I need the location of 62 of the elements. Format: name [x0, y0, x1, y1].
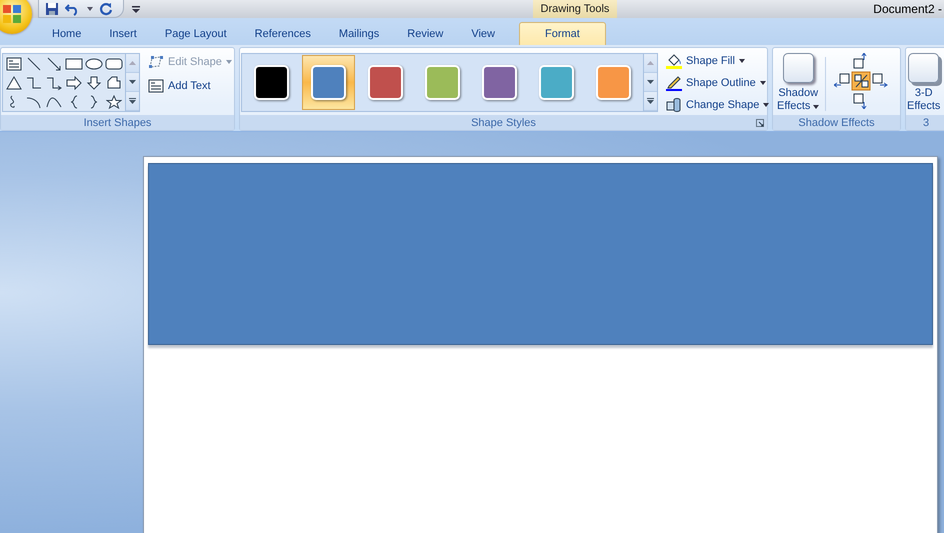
expand-icon — [129, 98, 136, 104]
rounded-rectangle-icon[interactable] — [105, 56, 123, 70]
dialog-launcher-icon[interactable] — [756, 119, 764, 127]
arrow-icon[interactable] — [46, 56, 62, 70]
group-label: Shape Styles — [240, 115, 767, 130]
caret-icon — [738, 59, 745, 63]
caret-icon — [760, 81, 766, 85]
change-shape-button[interactable]: Change Shape — [666, 97, 770, 113]
caret-icon — [226, 60, 232, 64]
down-arrow-icon — [129, 80, 136, 84]
group-label: Shadow Effects — [773, 115, 900, 130]
text-box-icon — [148, 79, 164, 93]
redo-icon[interactable] — [99, 2, 113, 16]
ribbon-tab[interactable]: View — [457, 23, 509, 45]
elbow-connector-icon[interactable] — [26, 76, 42, 90]
customize-menu-icon[interactable] — [132, 6, 140, 12]
ribbon-tab[interactable]: Insert — [95, 23, 151, 45]
pencil-icon — [666, 75, 682, 91]
contextual-tab-label: Drawing Tools — [533, 0, 617, 18]
up-arrow-icon — [129, 61, 136, 65]
caret-icon — [763, 103, 770, 107]
ribbon-tab[interactable]: References — [240, 23, 325, 45]
down-arrow-icon[interactable] — [86, 76, 102, 90]
3d-effects-button[interactable]: 3-D Effects — [907, 53, 940, 115]
paint-bucket-icon — [666, 53, 682, 69]
elbow-arrow-icon[interactable] — [46, 76, 62, 90]
ribbon-tab[interactable]: Home — [38, 23, 96, 45]
shape-outline-button[interactable]: Shape Outline — [666, 75, 770, 91]
more-button[interactable] — [126, 92, 139, 111]
arc-icon[interactable] — [26, 94, 42, 108]
shadow-effects-button[interactable]: Shadow Effects — [777, 53, 820, 115]
curve-icon[interactable] — [46, 94, 62, 108]
add-text-button[interactable]: Add Text — [148, 79, 232, 93]
group-label: 3 — [906, 115, 944, 130]
caret-icon — [813, 104, 820, 108]
more-button[interactable] — [644, 92, 657, 111]
dropdown-caret-icon[interactable] — [87, 6, 93, 10]
ribbon-tab[interactable]: Page Layout — [150, 23, 241, 45]
edit-points-icon — [148, 55, 164, 69]
oval-icon[interactable] — [85, 56, 103, 70]
group-label: Insert Shapes — [1, 115, 234, 130]
text-box-icon[interactable] — [6, 56, 22, 70]
star-icon[interactable] — [106, 94, 122, 108]
scroll-down-button[interactable] — [126, 73, 139, 92]
expand-icon — [647, 98, 654, 104]
line-icon[interactable] — [26, 56, 42, 70]
callout-icon[interactable] — [106, 76, 122, 90]
up-arrow-icon — [647, 61, 654, 65]
rectangle-icon[interactable] — [65, 56, 83, 70]
ribbon-tab[interactable]: Format — [519, 22, 606, 45]
office-logo-icon — [1, 3, 23, 25]
shape-fill-button[interactable]: Shape Fill — [666, 53, 770, 69]
shapes-icon — [666, 97, 682, 113]
scroll-down-button[interactable] — [644, 73, 657, 92]
triangle-icon[interactable] — [6, 76, 22, 90]
save-icon[interactable] — [45, 2, 59, 16]
nudge-shadow-controls-icon[interactable] — [834, 53, 888, 109]
window-title: Document2 - — [873, 2, 943, 16]
ribbon-tab[interactable]: Mailings — [324, 23, 394, 45]
ribbon-tab[interactable]: Review — [393, 23, 458, 45]
right-arrow-icon[interactable] — [66, 76, 82, 90]
down-arrow-icon — [647, 80, 654, 84]
